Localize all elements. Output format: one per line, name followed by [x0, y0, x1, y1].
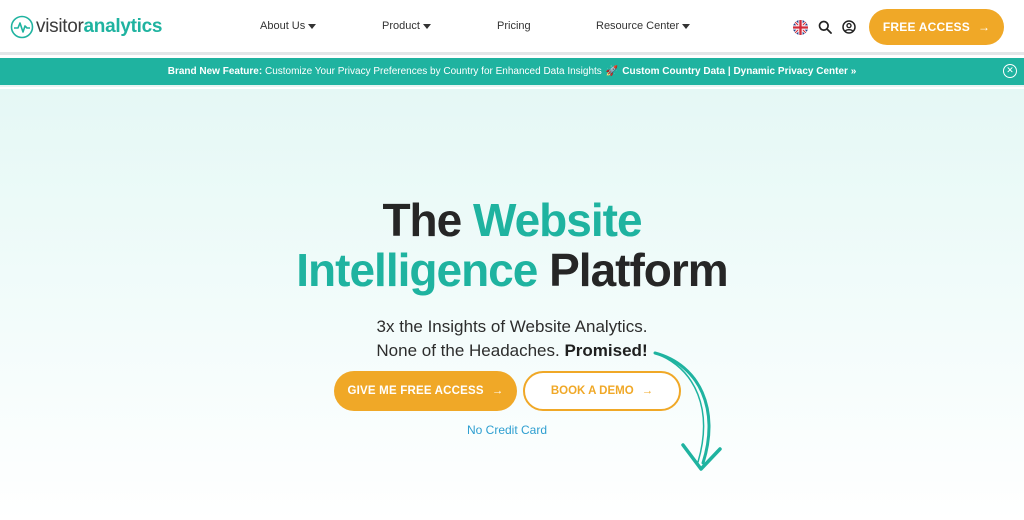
curved-arrow-icon	[653, 351, 722, 471]
headline-part-2: Website	[473, 194, 643, 246]
headline-part-1: The	[382, 194, 473, 246]
user-icon[interactable]	[842, 20, 856, 34]
search-icon[interactable]	[818, 20, 832, 34]
custom-country-data-link[interactable]: Custom Country Data	[622, 66, 725, 77]
hero-section	[0, 89, 1024, 520]
nav-resource-center-label: Resource Center	[596, 20, 680, 32]
uk-flag-icon[interactable]	[793, 20, 808, 35]
hero-headline: The Website Intelligence Platform	[0, 195, 1024, 295]
arrow-right-icon: →	[977, 20, 991, 34]
caret-down-icon	[308, 23, 317, 29]
close-icon[interactable]: ✕	[1003, 64, 1017, 78]
give-me-free-access-button[interactable]: GIVE ME FREE ACCESS →	[334, 371, 517, 411]
nav-about-us[interactable]: About Us	[260, 20, 317, 32]
arrow-right-icon: →	[491, 385, 504, 397]
sub-line-1: 3x the Insights of Website Analytics.	[376, 317, 648, 336]
sub-line-2: None of the Headaches. Promised!	[0, 339, 1024, 363]
announcement-bar: Brand New Feature: Customize Your Privac…	[0, 58, 1024, 87]
caret-down-icon	[682, 23, 691, 29]
dynamic-privacy-center-link[interactable]: Dynamic Privacy Center »	[733, 66, 856, 77]
announcement-lead: Brand New Feature:	[167, 66, 263, 77]
free-access-button[interactable]: FREE ACCESS →	[869, 9, 1004, 45]
logo-text: visitoranalytics	[36, 16, 163, 37]
headline-part-3: Intelligence	[296, 244, 538, 296]
caret-down-icon	[422, 23, 431, 29]
nav-about-us-label: About Us	[260, 20, 306, 32]
rocket-icon: 🚀	[605, 66, 619, 77]
nav-pricing[interactable]: Pricing	[497, 20, 531, 32]
book-a-demo-button[interactable]: BOOK A DEMO →	[523, 371, 681, 411]
nav-resource-center[interactable]: Resource Center	[596, 20, 691, 32]
announcement-text: Customize Your Privacy Preferences by Co…	[264, 66, 602, 77]
nav-product[interactable]: Product	[382, 20, 431, 32]
hero-subheadline: 3x the Insights of Website Analytics. No…	[0, 315, 1024, 363]
headline-part-4: Platform	[537, 244, 729, 296]
top-navbar: visitoranalytics About Us Product Pricin…	[0, 0, 1024, 55]
no-credit-card-note: No Credit Card	[466, 423, 548, 437]
nav-product-label: Product	[382, 20, 420, 32]
give-me-free-access-label: GIVE ME FREE ACCESS	[347, 385, 484, 397]
nav-pricing-label: Pricing	[497, 20, 531, 32]
logo[interactable]: visitoranalytics	[10, 14, 162, 40]
book-a-demo-label: BOOK A DEMO	[550, 385, 634, 397]
sub-line-2-text: None of the Headaches.	[376, 341, 565, 360]
announcement-separator: |	[727, 66, 731, 77]
free-access-label: FREE ACCESS	[882, 20, 970, 34]
pulse-circle-icon	[10, 15, 34, 39]
arrow-right-icon: →	[641, 385, 654, 397]
